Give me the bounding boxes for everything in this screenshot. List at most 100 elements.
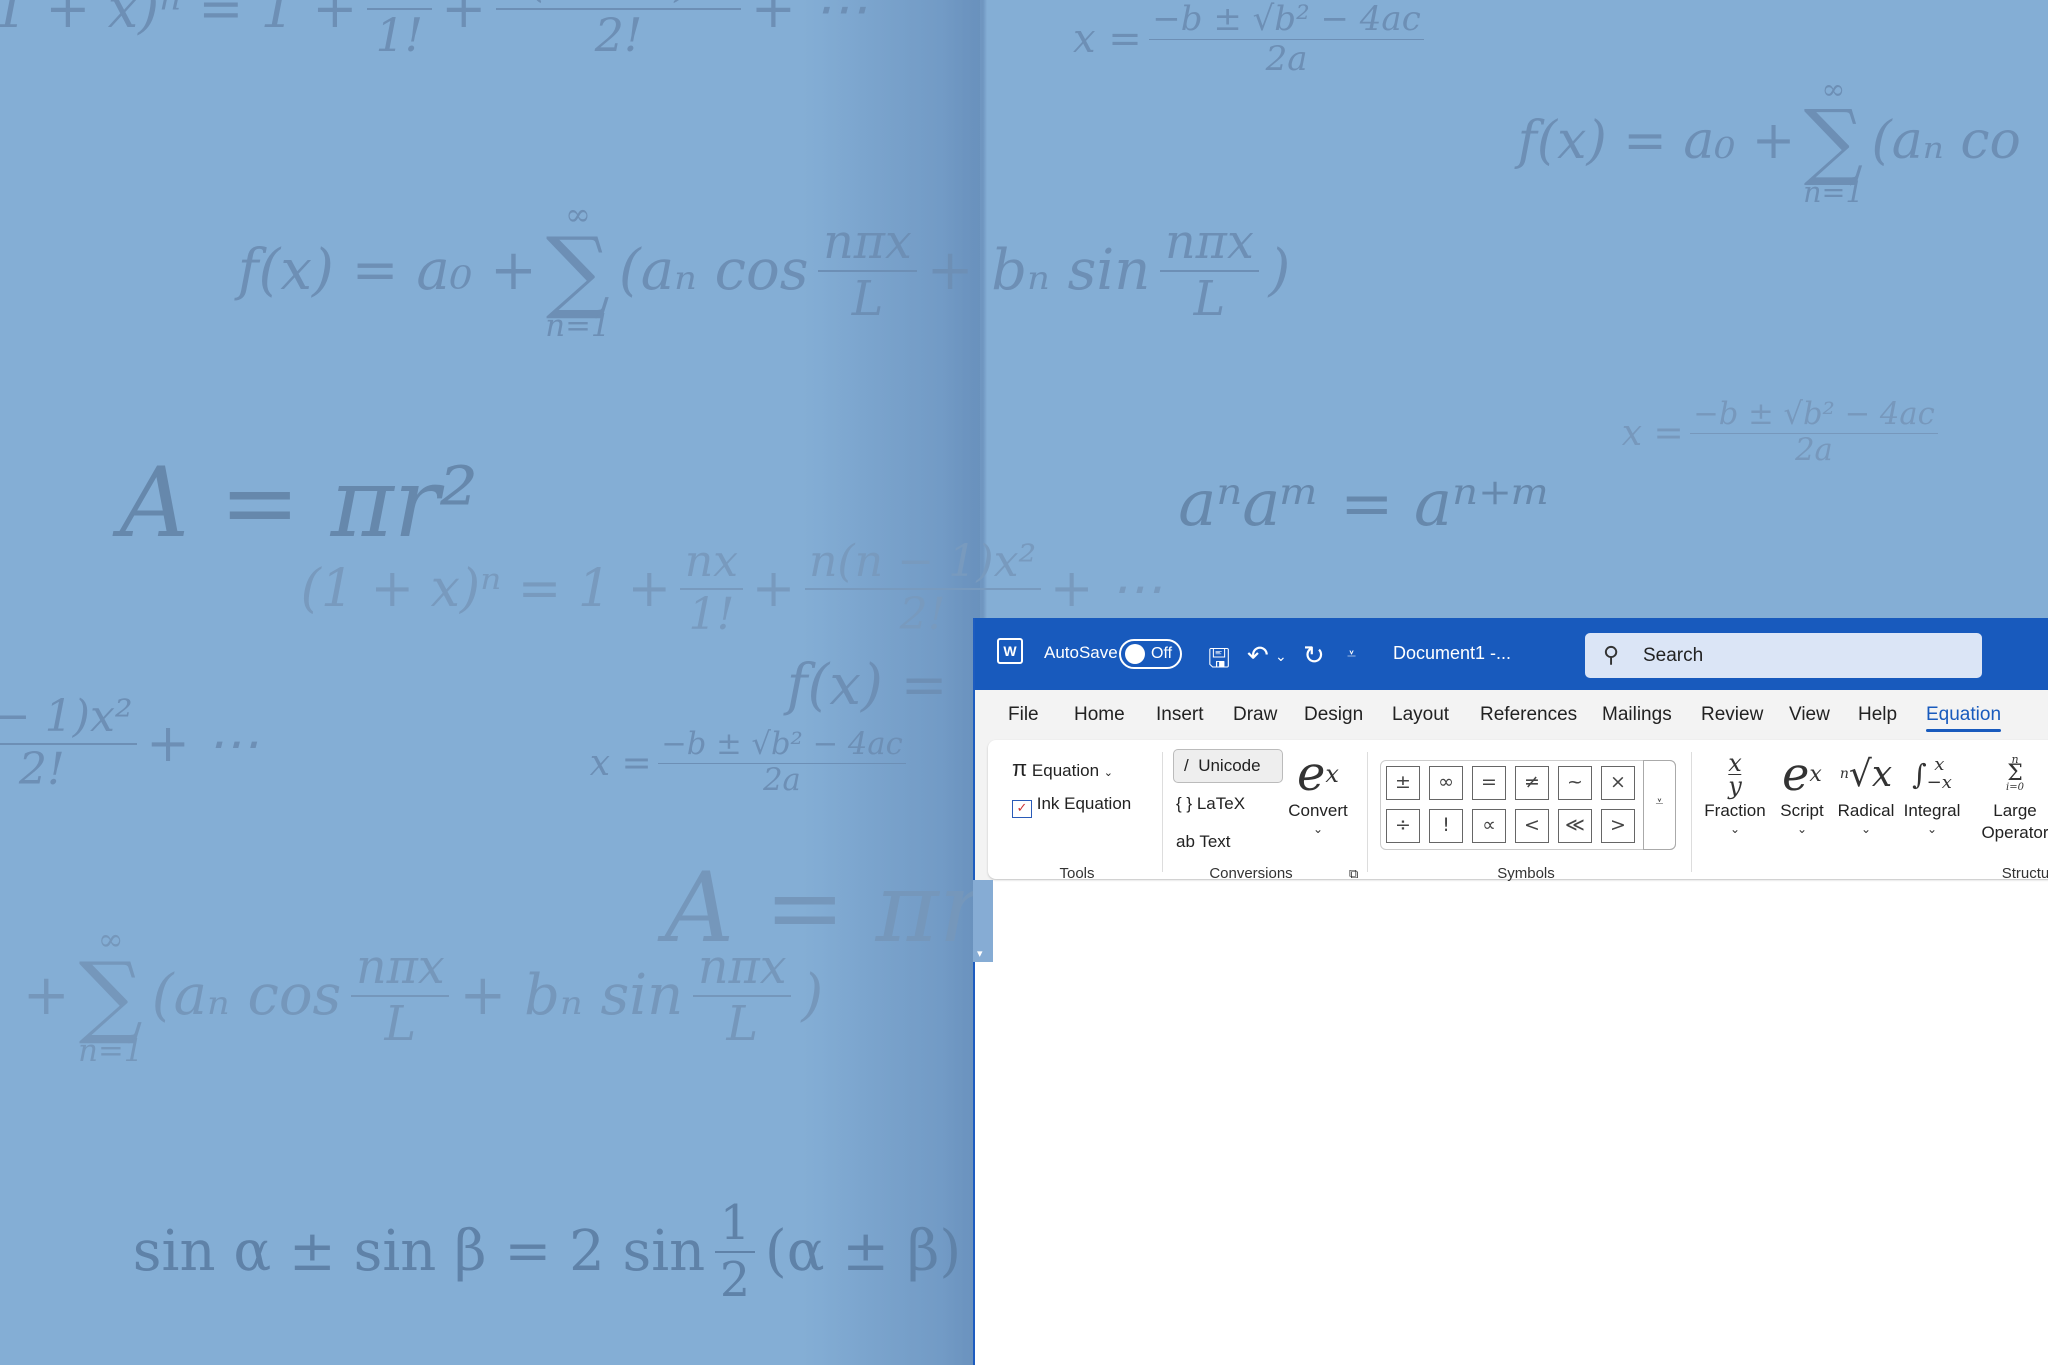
summation: ∞ ∑ n=1 <box>78 925 143 1067</box>
symbol-button[interactable]: < <box>1515 809 1549 843</box>
text-button[interactable]: ab Text <box>1176 832 1231 852</box>
tab-review[interactable]: Review <box>1701 704 1763 726</box>
tab-mailings[interactable]: Mailings <box>1602 704 1672 726</box>
fraction: nx1! <box>367 0 432 59</box>
latex-label: LaTeX <box>1196 794 1246 813</box>
large-operator-button[interactable]: n Σi=0 Large Operator <box>1975 748 2048 844</box>
numerator: −b ± √b² − 4ac <box>1690 399 1938 435</box>
numerator: 1 <box>715 1200 755 1254</box>
search-box[interactable]: ⚲ Search <box>1585 633 1982 678</box>
equation-text: x = <box>1621 412 1684 454</box>
word-icon[interactable]: W <box>997 638 1023 664</box>
chevron-down-icon: ⌄ <box>1312 822 1324 836</box>
undo-icon[interactable]: ↶ <box>1247 640 1269 671</box>
tab-design[interactable]: Design <box>1304 704 1363 726</box>
redo-icon[interactable]: ↻ <box>1303 640 1325 671</box>
document-canvas[interactable] <box>993 880 2048 1365</box>
tab-equation[interactable]: Equation <box>1926 704 2002 732</box>
equation-text: aⁿaᵐ = aⁿ⁺ᵐ <box>1178 467 1552 541</box>
convert-label: Convert <box>1288 801 1348 820</box>
equation-button[interactable]: π Equation ⌄ <box>1012 756 1113 782</box>
latex-button[interactable]: { } LaTeX <box>1176 794 1245 814</box>
equation-text: A = πr² <box>119 447 479 559</box>
equation-text: + <box>22 963 70 1029</box>
script-button[interactable]: e x Script ⌄ <box>1780 747 1824 836</box>
convert-button[interactable]: e x Convert ⌄ <box>1288 746 1348 836</box>
divider <box>1367 752 1368 872</box>
sum-symbol: ∑ <box>545 218 610 323</box>
braces-icon: { } <box>1176 794 1193 813</box>
symbol-button[interactable]: ÷ <box>1386 809 1420 843</box>
equation-text: + <box>441 0 487 40</box>
toggle-state: Off <box>1151 645 1173 662</box>
integral-label: Integral <box>1903 801 1961 820</box>
symbol-button[interactable]: = <box>1472 766 1506 800</box>
script-label: Script <box>1780 801 1824 820</box>
ink-equation-icon: ✓ <box>1012 800 1032 818</box>
customize-toolbar-icon[interactable]: ⩡ <box>1347 646 1356 664</box>
equation-text: x = <box>589 742 652 784</box>
chevron-down-icon: ⌄ <box>1796 822 1808 836</box>
radical-button[interactable]: n √x Radical ⌄ <box>1838 748 1895 837</box>
lower-limit: n=1 <box>1803 175 1864 210</box>
text-label: Text <box>1199 832 1231 851</box>
symbol-button[interactable]: ~ <box>1558 766 1592 800</box>
fraction: nx1! <box>680 540 743 637</box>
scroll-tab[interactable]: ▾ <box>973 880 993 962</box>
tab-file[interactable]: File <box>1008 704 1039 726</box>
document-title: Document1 -... <box>1393 643 1512 663</box>
equation-text: + bₙ sin <box>926 238 1151 304</box>
equation: f(x) = <box>784 658 950 714</box>
symbol-button[interactable]: ! <box>1429 809 1463 843</box>
search-placeholder: Search <box>1643 645 1704 666</box>
save-icon[interactable]: 🖫 <box>1208 640 1230 684</box>
tab-draw[interactable]: Draw <box>1233 704 1277 726</box>
slash-icon: / <box>1184 756 1189 775</box>
tab-insert[interactable]: Insert <box>1156 704 1204 726</box>
numerator: −b ± √b² − 4ac <box>658 729 906 765</box>
denominator: L <box>726 996 759 1052</box>
large-operator-icon: n Σi=0 <box>2006 753 2024 793</box>
equation: x = −b ± √b² − 4ac 2a <box>588 729 910 797</box>
tab-references[interactable]: References <box>1480 704 1577 726</box>
symbol-button[interactable]: ∝ <box>1472 809 1506 843</box>
fraction: n(n − 1)x²2! <box>495 0 742 59</box>
autosave-toggle[interactable]: Off <box>1119 639 1182 669</box>
fraction-icon: xy <box>1728 748 1742 800</box>
ribbon: π Equation ⌄ ✓ Ink Equation Tools / Unic… <box>988 740 2048 882</box>
equation: (1 + x)ⁿ = 1 + nx1! + n(n − 1)x²2! + ⋯ <box>0 0 870 59</box>
ribbon-area: π Equation ⌄ ✓ Ink Equation Tools / Unic… <box>975 740 2048 882</box>
script-icon: ex <box>1782 747 1822 801</box>
equation: f(x) = a₀ + ∞ ∑ n=1 (aₙ co <box>1515 75 2023 207</box>
ab-icon: ab <box>1176 832 1195 851</box>
undo-dropdown-icon[interactable]: ⌄ <box>1275 648 1287 665</box>
unicode-button[interactable]: / Unicode <box>1173 749 1283 783</box>
numerator: nπx <box>818 218 917 273</box>
symbol-button[interactable]: > <box>1601 809 1635 843</box>
tab-layout[interactable]: Layout <box>1392 704 1449 726</box>
tab-view[interactable]: View <box>1789 704 1830 726</box>
symbol-button[interactable]: ∞ <box>1429 766 1463 800</box>
equation-text: f(x) = <box>786 653 948 718</box>
radical-icon: n √x <box>1839 753 1893 795</box>
equation: + ∞ ∑ n=1 (aₙ cos nπx L + bₙ sin nπx L) <box>20 925 826 1067</box>
ink-equation-label: Ink Equation <box>1036 794 1132 813</box>
tab-home[interactable]: Home <box>1074 704 1125 726</box>
chevron-down-icon: ⌄ <box>1926 822 1938 836</box>
unicode-label: Unicode <box>1198 756 1261 775</box>
ink-equation-button[interactable]: ✓ Ink Equation <box>1012 794 1131 818</box>
integral-button[interactable]: ∫ x −x Integral ⌄ <box>1903 748 1961 837</box>
symbol-button[interactable]: ± <box>1386 766 1420 800</box>
equation-label: Equation <box>1031 761 1100 780</box>
symbol-button[interactable]: ≪ <box>1558 809 1592 843</box>
autosave-label: AutoSave <box>1044 643 1118 662</box>
symbol-button[interactable]: × <box>1601 766 1635 800</box>
chevron-down-icon: ⌄ <box>1103 767 1113 779</box>
fraction-label: Fraction <box>1704 801 1766 820</box>
fraction-button[interactable]: x y Fraction ⌄ <box>1704 748 1766 837</box>
equation-text: ) <box>801 963 824 1029</box>
symbol-button[interactable]: ≠ <box>1515 766 1549 800</box>
numerator: n(n − 1)x² <box>804 540 1041 590</box>
symbols-more-button[interactable]: ⩡ <box>1643 760 1676 850</box>
tab-help[interactable]: Help <box>1858 704 1897 726</box>
